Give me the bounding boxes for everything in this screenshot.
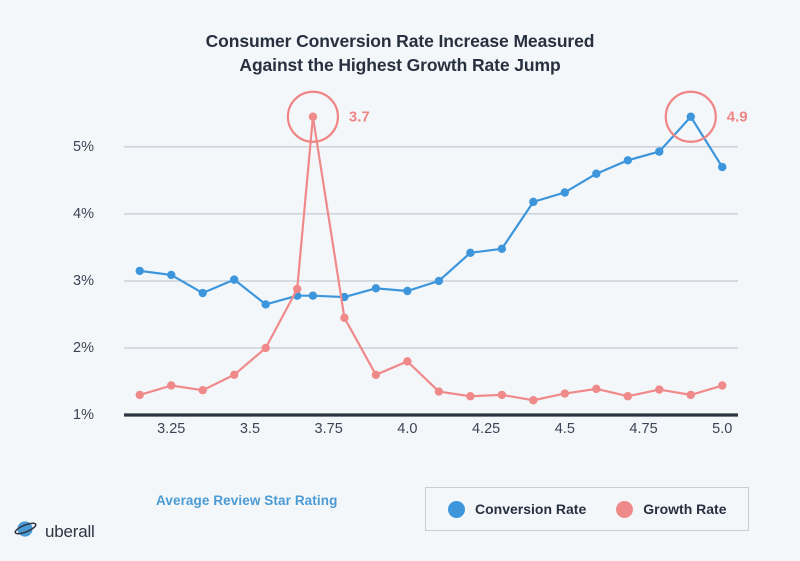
data-point [167, 270, 176, 280]
data-point [292, 284, 302, 294]
y-tick-label: 4% [73, 205, 94, 222]
legend-label: Growth Rate [643, 501, 727, 517]
chart-legend: Conversion Rate Growth Rate [425, 487, 750, 531]
data-point [403, 286, 412, 296]
data-point [466, 392, 475, 401]
y-tick-label: 3% [73, 272, 94, 289]
series-line-0 [138, 115, 724, 306]
data-point [592, 384, 601, 394]
data-point [230, 370, 239, 379]
x-tick-label: 4.5 [554, 421, 575, 437]
y-tick-label: 5% [73, 138, 94, 155]
data-point [340, 313, 349, 323]
data-point [261, 343, 270, 353]
uberall-logo: uberall [14, 518, 95, 545]
data-point [497, 244, 507, 253]
x-tick-label: 4.0 [397, 421, 418, 437]
data-point [560, 188, 570, 197]
data-point [167, 381, 176, 390]
data-point [135, 266, 144, 276]
uberall-logo-text: uberall [45, 521, 95, 541]
data-point [718, 162, 727, 172]
y-tick-label: 1% [73, 407, 94, 423]
legend-item-1[interactable]: Growth Rate [616, 500, 727, 518]
x-axis-title: Average Review Star Rating [156, 493, 338, 508]
x-tick-label: 3.5 [239, 421, 261, 437]
chart-svg [124, 90, 738, 417]
data-point [261, 300, 270, 309]
y-tick-label: 2% [73, 339, 94, 356]
data-point [434, 387, 444, 396]
x-tick-label: 4.75 [629, 421, 658, 437]
data-point [529, 197, 538, 207]
data-point [623, 156, 632, 165]
data-point [718, 381, 727, 390]
data-point [308, 291, 318, 300]
annotation-label: 4.9 [726, 108, 748, 126]
data-point [686, 390, 695, 400]
legend-swatch-icon [448, 500, 465, 518]
chart-title-line-2: Against the Highest Growth Rate Jump [239, 54, 561, 75]
data-point [403, 357, 412, 366]
legend-swatch-icon [616, 500, 634, 518]
data-point [497, 390, 507, 400]
page-title: Consumer Conversion Rate Increase Measur… [0, 30, 800, 77]
data-point [529, 396, 538, 405]
data-point [135, 390, 144, 400]
x-tick-label: 3.25 [157, 421, 186, 437]
data-point [198, 386, 207, 395]
data-point [686, 112, 695, 121]
data-point [434, 276, 444, 286]
x-tick-label: 3.75 [314, 421, 343, 437]
chart-container: Consumer Conversion Rate Increase Measur… [0, 0, 800, 561]
uberall-planet-icon [14, 518, 38, 545]
data-point [592, 169, 601, 178]
data-point [655, 147, 664, 156]
chart-title-line-1: Consumer Conversion Rate Increase Measur… [205, 31, 595, 51]
legend-label: Conversion Rate [475, 501, 587, 517]
annotation-label: 3.7 [348, 108, 370, 126]
x-tick-label: 4.25 [471, 421, 501, 437]
data-point [198, 288, 207, 298]
data-point [371, 284, 381, 293]
legend-item-0[interactable]: Conversion Rate [448, 500, 587, 518]
data-point [466, 248, 475, 258]
data-point [655, 385, 664, 394]
data-point [371, 370, 381, 379]
data-point [308, 112, 318, 121]
data-point [623, 392, 632, 401]
data-point [560, 389, 570, 398]
plot-area [124, 90, 738, 417]
data-point [230, 275, 239, 284]
x-tick-label: 5.0 [712, 421, 733, 437]
